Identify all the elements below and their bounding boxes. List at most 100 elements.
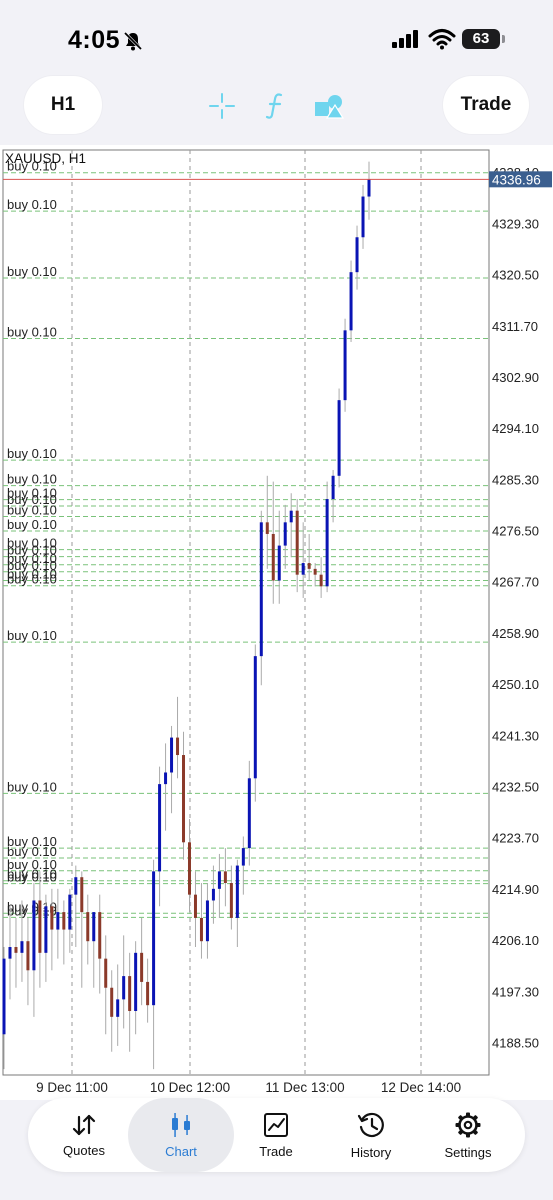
y-axis-tick-label: 4311.70 — [492, 319, 538, 334]
candle-body-bull — [158, 784, 162, 872]
history-clock-icon — [357, 1112, 384, 1137]
candle-body-bull — [235, 865, 239, 918]
battery-tip — [502, 35, 505, 43]
candle-body-bear — [319, 574, 323, 587]
candle-body-bull — [116, 999, 120, 1017]
trade-chart-icon — [264, 1112, 288, 1137]
trade-button[interactable]: Trade — [443, 76, 529, 134]
quotes-arrows-icon — [72, 1114, 96, 1135]
candle-body-bull — [349, 272, 353, 331]
chart-candles-icon — [172, 1112, 190, 1137]
candlestick-chart-svg[interactable]: 4338.104329.304320.504311.704302.904294.… — [0, 145, 553, 1100]
candle-body-bull — [355, 237, 359, 273]
objects-shapes-icon[interactable] — [314, 92, 344, 120]
buy-order-label: buy 0.10 — [7, 197, 57, 212]
candle-body-bear — [199, 917, 203, 942]
candle-body-bull — [32, 900, 36, 971]
candle-body-bear — [146, 981, 150, 1006]
buy-order-label: buy 0.10 — [7, 472, 57, 487]
candle-body-bear — [38, 900, 42, 953]
y-axis-tick-label: 4258.90 — [492, 626, 539, 641]
candle-body-bull — [20, 941, 24, 953]
nav-settings[interactable]: Settings — [420, 1098, 516, 1172]
candle-body-bear — [176, 737, 180, 756]
candle-body-bull — [205, 900, 209, 942]
candle-body-bear — [265, 522, 269, 534]
candle-body-bull — [211, 888, 215, 901]
nav-quotes[interactable]: Quotes — [36, 1098, 132, 1172]
x-axis-tick-label: 11 Dec 13:00 — [265, 1080, 344, 1095]
candle-body-bear — [26, 941, 30, 971]
candle-body-bear — [223, 871, 227, 884]
price-chart[interactable]: 4338.104329.304320.504311.704302.904294.… — [0, 145, 553, 1100]
buy-order-label: buy 0.10 — [7, 503, 57, 518]
nav-trade-label: Trade — [259, 1143, 293, 1159]
buy-order-label: buy 0.10 — [7, 628, 57, 643]
candle-body-bear — [86, 912, 90, 942]
candle-body-bear — [104, 958, 108, 988]
candle-body-bear — [193, 894, 197, 918]
y-axis-tick-label: 4250.10 — [492, 677, 539, 692]
nav-history-label: History — [350, 1144, 392, 1160]
candle-body-bear — [140, 952, 144, 982]
indicators-f-icon[interactable] — [264, 92, 286, 120]
nav-chart-label: Chart — [165, 1143, 197, 1159]
candle-body-bear — [14, 947, 18, 953]
candle-body-bear — [80, 877, 84, 913]
candle-body-bull — [8, 947, 12, 959]
settings-gear-icon — [455, 1112, 481, 1137]
y-axis-tick-label: 4294.10 — [492, 421, 539, 436]
candle-body-bull — [253, 656, 257, 779]
candle-body-bear — [187, 842, 191, 895]
timeframe-button[interactable]: H1 — [24, 76, 102, 134]
candle-body-bull — [277, 545, 281, 581]
candle-body-bear — [307, 563, 311, 569]
candle-body-bear — [128, 976, 132, 1012]
candle-body-bull — [44, 906, 48, 953]
candle-body-bull — [241, 848, 245, 866]
candle-body-bear — [110, 987, 114, 1017]
buy-order-label: buy 0.10 — [7, 264, 57, 279]
nav-trade[interactable]: Trade — [228, 1098, 324, 1172]
status-bar: 4:05 63 — [0, 0, 553, 80]
buy-order-label: buy 0.10 — [7, 572, 57, 587]
candle-body-bull — [361, 196, 365, 238]
y-axis-tick-label: 4197.30 — [492, 984, 539, 999]
y-axis-tick-label: 4320.50 — [492, 268, 539, 283]
y-axis-tick-label: 4241.30 — [492, 728, 539, 743]
buy-order-label: buy 0.10 — [7, 324, 57, 339]
buy-order-label: buy 0.10 — [7, 517, 57, 532]
y-axis-tick-label: 4223.70 — [492, 831, 539, 846]
candle-body-bull — [337, 400, 341, 476]
candle-body-bear — [229, 883, 233, 918]
y-axis-tick-label: 4267.70 — [492, 575, 539, 590]
y-axis-tick-label: 4232.50 — [492, 780, 539, 795]
x-axis-tick-label: 10 Dec 12:00 — [150, 1080, 230, 1095]
candle-body-bear — [313, 568, 317, 575]
candle-body-bull — [56, 912, 60, 930]
candle-body-bull — [2, 958, 6, 1035]
candle-body-bear — [50, 906, 54, 930]
x-axis-tick-label: 12 Dec 14:00 — [381, 1080, 461, 1095]
candle-body-bull — [289, 510, 293, 523]
nav-history[interactable]: History — [323, 1098, 419, 1172]
candle-body-bull — [164, 772, 168, 785]
candle-body-bear — [62, 912, 66, 930]
y-axis-tick-label: 4302.90 — [492, 370, 539, 385]
y-axis-tick-label: 4214.90 — [492, 882, 539, 897]
candle-body-bull — [331, 475, 335, 500]
y-axis-tick-label: 4285.30 — [492, 472, 539, 487]
cellular-signal-icon — [392, 30, 418, 48]
candle-body-bull — [343, 330, 347, 401]
candle-body-bull — [68, 894, 72, 930]
candle-body-bull — [325, 499, 329, 587]
candle-body-bull — [152, 871, 156, 1006]
candle-body-bull — [259, 522, 263, 657]
buy-order-label: buy 0.10 — [7, 870, 57, 885]
candle-body-bull — [170, 737, 174, 773]
crosshair-icon[interactable] — [208, 92, 236, 120]
candle-body-bear — [182, 755, 186, 843]
y-axis-tick-label: 4188.50 — [492, 1036, 539, 1051]
nav-chart[interactable]: Chart — [128, 1098, 234, 1172]
chart-toolbar: H1 Trade — [0, 76, 553, 136]
